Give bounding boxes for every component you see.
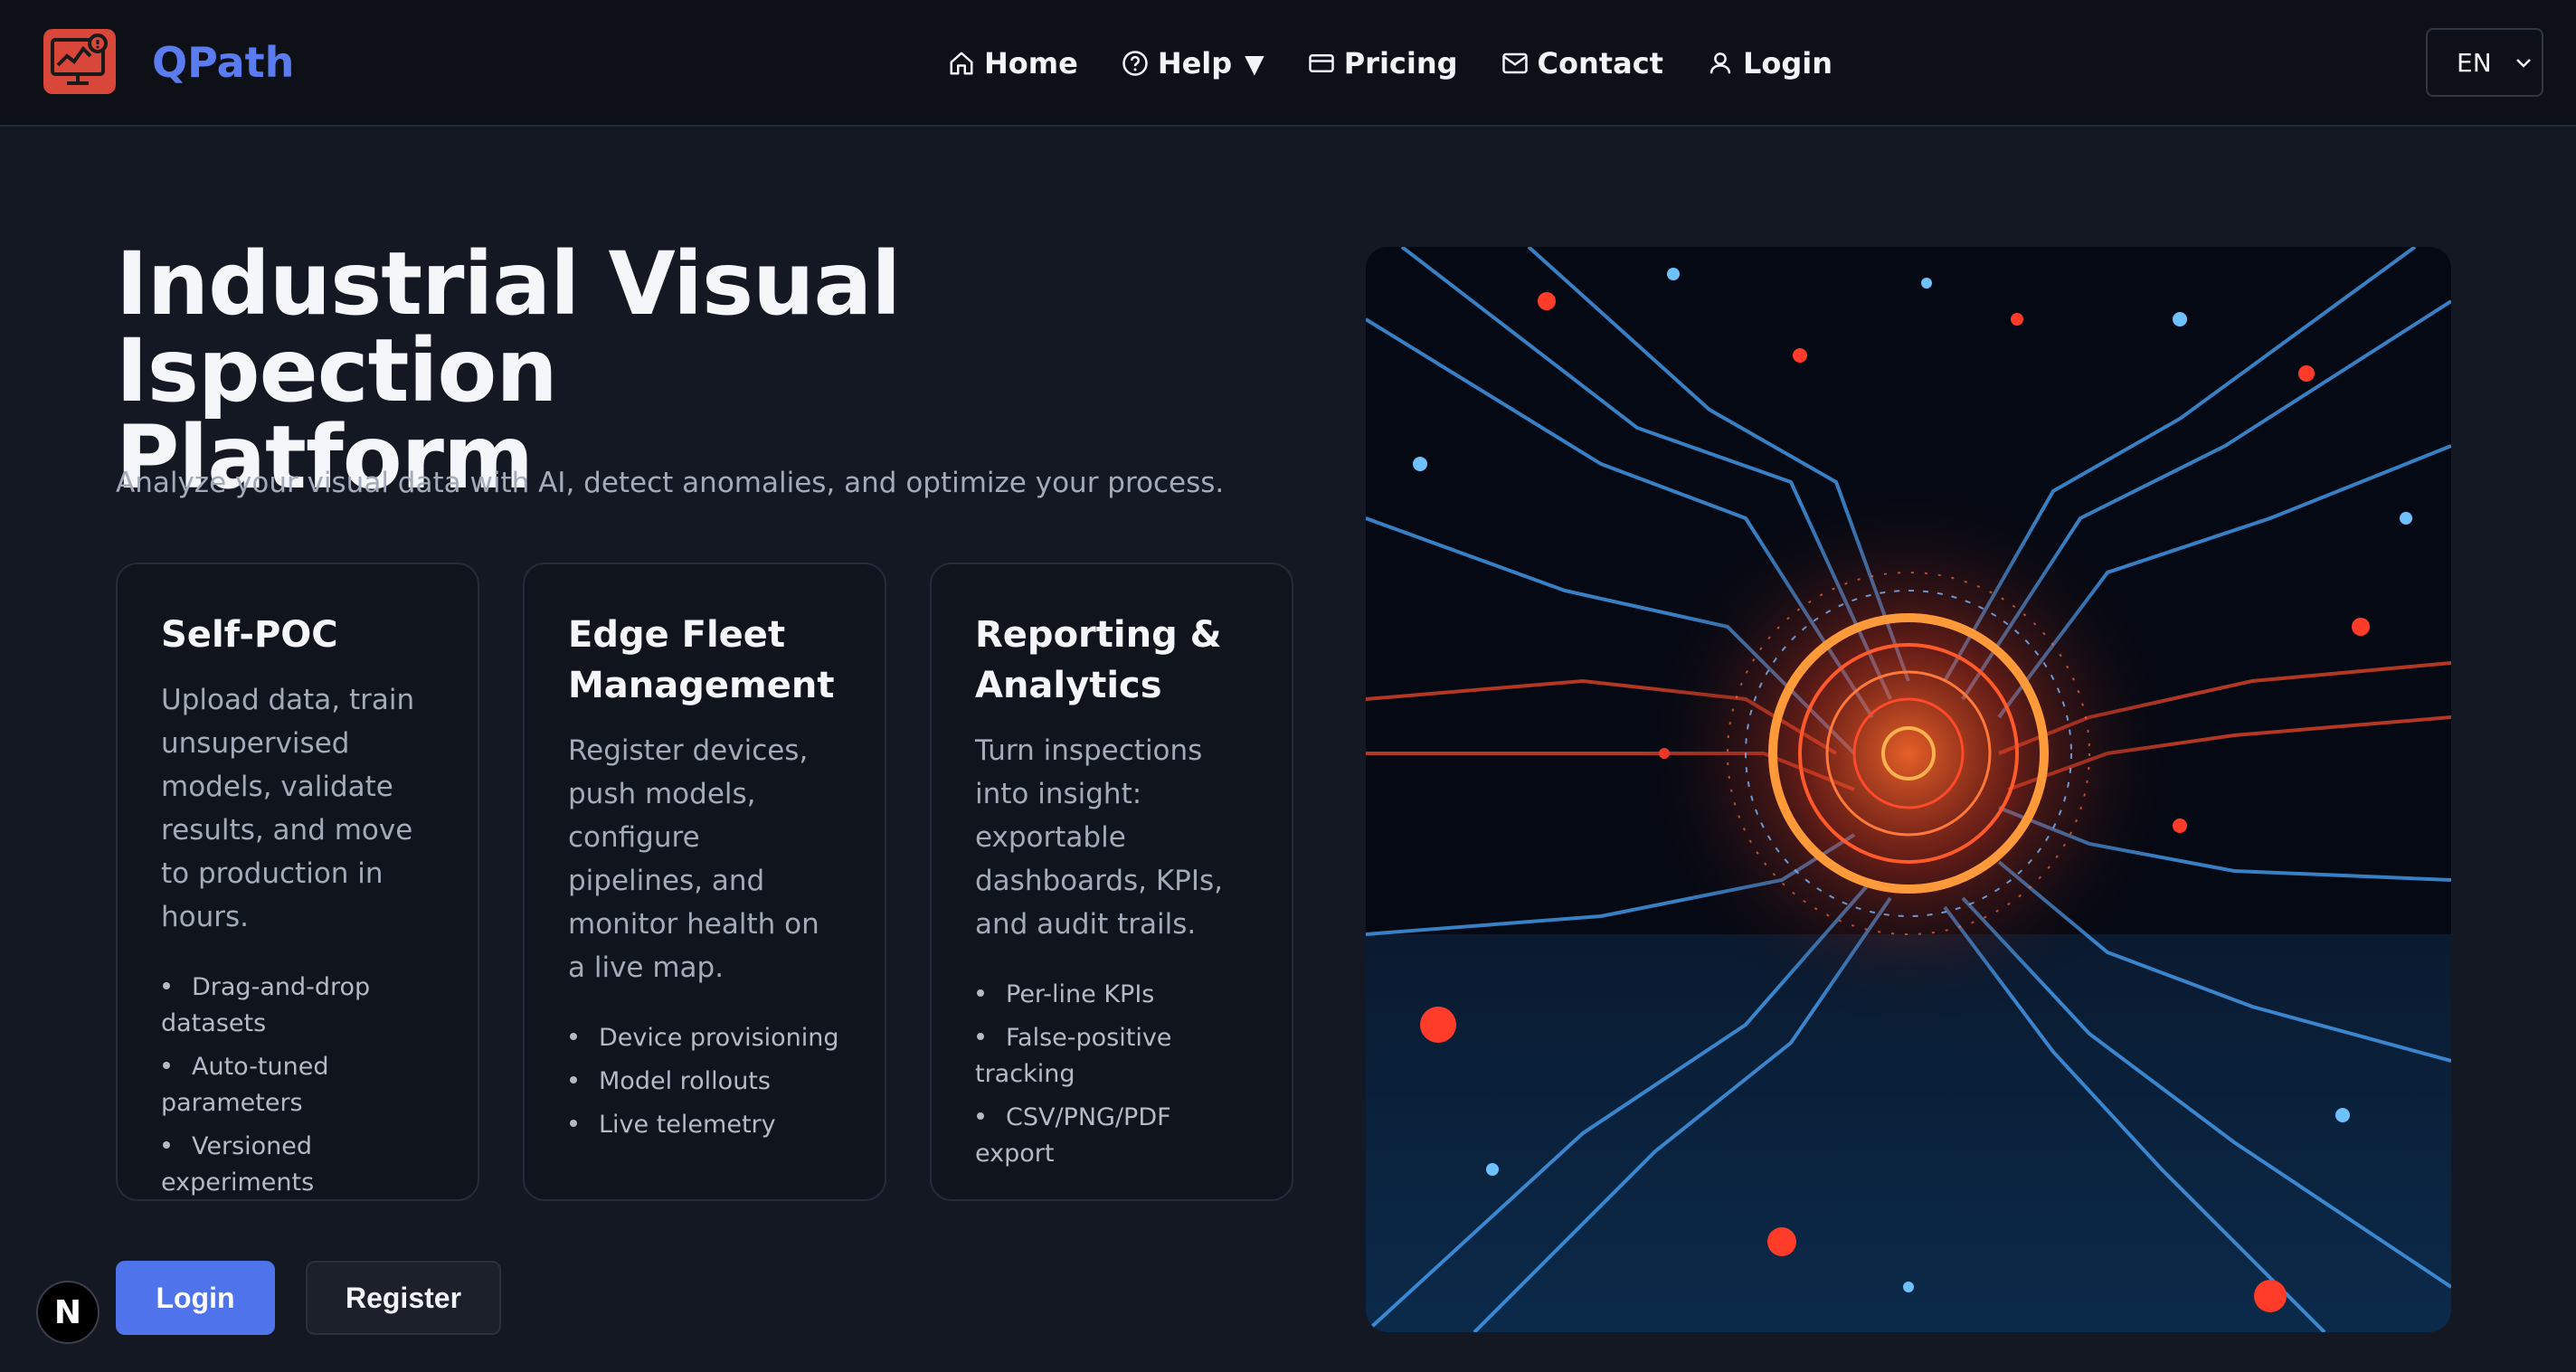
card-title: Reporting & Analytics (975, 614, 1222, 706)
language-select[interactable]: EN (2426, 28, 2543, 97)
login-button[interactable]: Login (116, 1261, 275, 1335)
credit-card-icon (1308, 54, 1334, 72)
nav-help-label: Help (1157, 46, 1233, 80)
list-item: CSV/PNG/PDF export (975, 1103, 1171, 1168)
mail-icon (1501, 52, 1528, 74)
chevron-down-icon: ▼ (1245, 48, 1264, 79)
nav-pricing[interactable]: Pricing (1308, 46, 1458, 80)
monitor-chart-icon (51, 33, 108, 85)
user-icon (1709, 52, 1731, 74)
circuit-eye-image (1366, 247, 2451, 1332)
card-description: Upload data, train unsupervised models, … (161, 684, 415, 933)
home-icon (950, 52, 973, 75)
card-bullets: Device provisioning Model rollouts Live … (568, 1020, 843, 1143)
brand-logo[interactable] (43, 29, 116, 94)
card-title: Edge Fleet Management (568, 614, 835, 706)
nav-login-label: Login (1742, 46, 1833, 80)
dev-tools-badge[interactable]: N (36, 1281, 99, 1344)
hero-subtitle: Analyze your visual data with AI, detect… (116, 467, 1225, 499)
hero-illustration (1366, 247, 2451, 1332)
nav-login[interactable]: Login (1707, 46, 1833, 80)
nav-help[interactable]: Help ▼ (1122, 46, 1264, 80)
main-nav: Home Help ▼ Pricing Contact Login (948, 40, 1833, 87)
card-title: Self-POC (161, 614, 338, 656)
nav-home[interactable]: Home (948, 46, 1078, 80)
page-title: Industrial Visual Ispection Platform (116, 241, 1310, 501)
help-circle-icon (1122, 51, 1148, 76)
list-item: Live telemetry (568, 1107, 843, 1143)
nav-contact[interactable]: Contact (1501, 46, 1663, 80)
brand-name[interactable]: QPath (152, 36, 294, 89)
nav-contact-label: Contact (1537, 46, 1663, 80)
nav-home-label: Home (984, 46, 1078, 80)
feature-card-self-poc: Self-POC Upload data, train unsupervised… (116, 563, 479, 1201)
list-item: Model rollouts (568, 1064, 843, 1100)
list-item: Per-line KPIs (975, 977, 1250, 1013)
list-item: False-positive tracking (975, 1024, 1172, 1088)
nav-pricing-label: Pricing (1343, 46, 1458, 80)
card-bullets: Drag-and-drop datasets Auto-tuned parame… (161, 970, 436, 1201)
list-item: Drag-and-drop datasets (161, 973, 371, 1037)
list-item: Versioned experiments (161, 1132, 315, 1197)
card-description: Turn inspections into insight: exportabl… (975, 734, 1224, 941)
language-value: EN (2457, 48, 2492, 78)
card-bullets: Per-line KPIs False-positive tracking CS… (975, 977, 1250, 1172)
list-item: Auto-tuned parameters (161, 1053, 329, 1117)
page-title-line1: Industrial Visual Ispection (116, 233, 901, 421)
list-item: Device provisioning (568, 1020, 843, 1056)
top-header: QPath Home Help ▼ Pricing Contact Login … (0, 0, 2576, 127)
feature-card-edge-fleet: Edge Fleet Management Register devices, … (523, 563, 886, 1201)
register-button[interactable]: Register (306, 1261, 501, 1335)
card-description: Register devices, push models, configure… (568, 734, 819, 984)
chevron-down-icon (2516, 59, 2531, 68)
feature-card-reporting: Reporting & Analytics Turn inspections i… (930, 563, 1293, 1201)
